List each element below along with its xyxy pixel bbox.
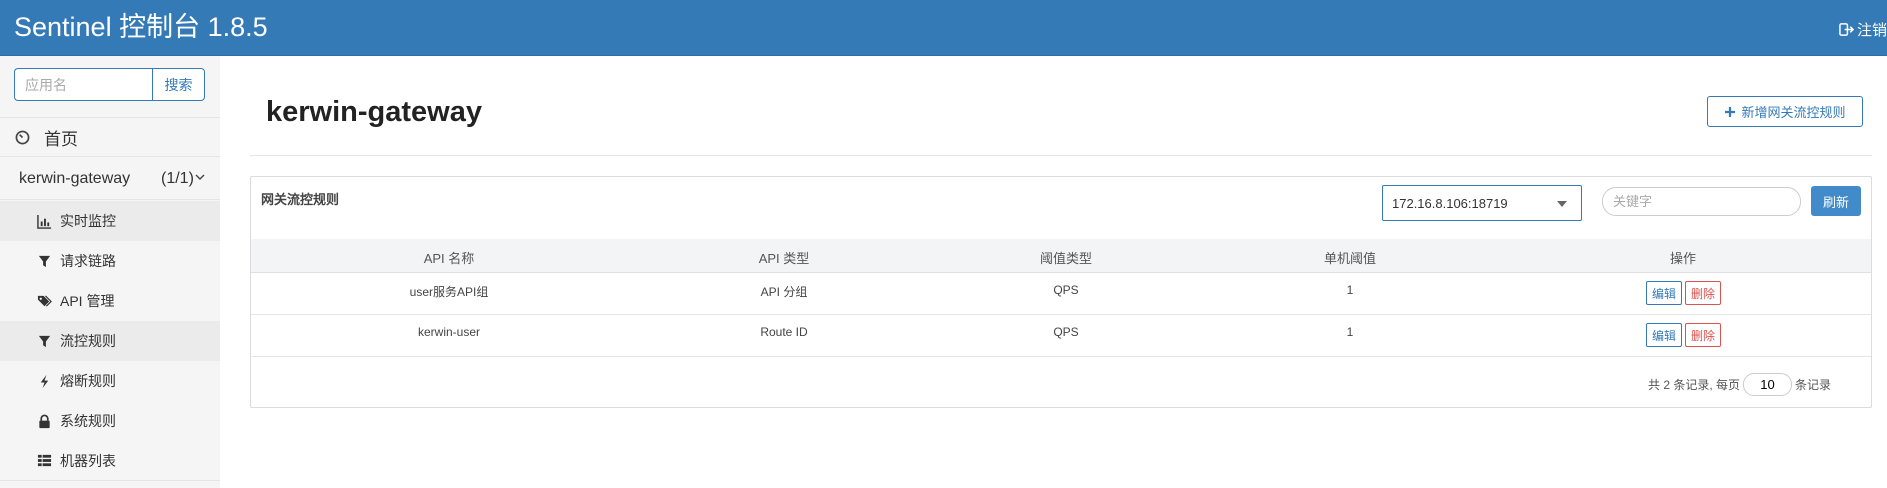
cell-api-name: user服务API组	[409, 285, 489, 299]
sidebar-item-realtime-monitor[interactable]: 实时监控	[0, 201, 220, 241]
pager-summary-suffix: 条记录	[1795, 378, 1832, 392]
sidebar-item-home[interactable]: 首页	[0, 117, 220, 157]
gateway-flow-rules-panel: 网关流控规则 172.16.8.106:18719 刷新 API 名称 API …	[250, 176, 1872, 408]
cell-threshold: 1	[1346, 325, 1354, 339]
row-actions: 编辑 删除	[1646, 281, 1722, 305]
sidebar-item-machine-list[interactable]: 机器列表	[0, 441, 220, 481]
lock-icon	[39, 414, 50, 428]
pagination: 共 2 条记录, 每页 条记录	[1648, 373, 1831, 396]
row-actions: 编辑 删除	[1646, 323, 1722, 347]
refresh-button[interactable]: 刷新	[1811, 186, 1861, 216]
page-title: kerwin-gateway	[266, 96, 482, 128]
page-size-input[interactable]	[1743, 373, 1793, 396]
table-header: API 名称 API 类型 阈值类型 单机阈值 操作	[251, 239, 1871, 273]
app-search-input[interactable]	[14, 68, 152, 101]
delete-button[interactable]: 删除	[1685, 323, 1722, 347]
divider	[250, 155, 1872, 156]
keyword-search-input[interactable]	[1602, 187, 1801, 216]
sidebar-item-system-rules[interactable]: 系统规则	[0, 401, 220, 441]
table-row: kerwin-user Route ID QPS 1 编辑 删除	[251, 315, 1871, 357]
column-header-actions: 操作	[1669, 251, 1697, 266]
sidebar-item-request-chain[interactable]: 请求链路	[0, 241, 220, 281]
sidebar-app-kerwin-gateway[interactable]: kerwin-gateway (1/1)	[0, 158, 220, 200]
table-row: user服务API组 API 分组 QPS 1 编辑 删除	[251, 273, 1871, 315]
pager-summary-prefix: 共 2 条记录, 每页	[1648, 378, 1741, 392]
cell-threshold: 1	[1346, 283, 1354, 297]
sidebar-item-flow-rules[interactable]: 流控规则	[0, 321, 220, 361]
sidebar-item-label: 请求链路	[60, 253, 116, 269]
tags-icon	[37, 294, 52, 307]
machine-select-value: 172.16.8.106:18719	[1392, 195, 1508, 211]
logout-link[interactable]: 注销	[1839, 19, 1887, 40]
delete-button[interactable]: 删除	[1685, 281, 1722, 305]
sidebar-item-label: 首页	[44, 129, 78, 149]
chevron-down-icon	[195, 174, 205, 180]
column-header-threshold-type: 阈值类型	[1039, 251, 1093, 266]
logout-label: 注销	[1856, 22, 1887, 39]
filter-icon	[38, 255, 51, 267]
add-button-label: 新增网关流控规则	[1741, 105, 1846, 120]
panel-title: 网关流控规则	[261, 192, 340, 207]
brand-title[interactable]: Sentinel 控制台 1.8.5	[14, 10, 268, 44]
dashboard-icon	[15, 130, 30, 144]
sidebar-item-label: 实时监控	[60, 213, 116, 229]
bar-chart-icon	[37, 214, 52, 229]
caret-down-icon	[1557, 201, 1567, 207]
app-machine-count: (1/1)	[161, 169, 194, 187]
cell-api-type: Route ID	[760, 325, 808, 339]
top-navbar: Sentinel 控制台 1.8.5 注销	[0, 0, 1887, 56]
edit-button[interactable]: 编辑	[1646, 323, 1683, 347]
cell-api-name: kerwin-user	[417, 325, 481, 339]
app-search: 搜索	[14, 68, 205, 101]
column-header-api-name: API 名称	[423, 251, 475, 266]
add-gateway-flow-rule-button[interactable]: 新增网关流控规则	[1707, 96, 1863, 127]
rules-table: API 名称 API 类型 阈值类型 单机阈值 操作 user服务API组 AP…	[251, 239, 1871, 357]
sidebar-item-api-management[interactable]: API 管理	[0, 281, 220, 321]
filter-icon	[38, 335, 51, 347]
column-header-api-type: API 类型	[758, 251, 810, 266]
cell-threshold-type: QPS	[1053, 283, 1079, 297]
sidebar-item-label: 流控规则	[60, 333, 116, 349]
sidebar-item-label: 机器列表	[60, 452, 116, 469]
sidebar: 搜索 首页 kerwin-gateway (1/1) 实时监控 请求链路	[0, 56, 220, 488]
sidebar-item-label: 系统规则	[60, 413, 116, 429]
cell-threshold-type: QPS	[1053, 325, 1079, 339]
sidebar-item-degrade-rules[interactable]: 熔断规则	[0, 361, 220, 401]
plus-icon	[1725, 106, 1736, 117]
sidebar-item-label: 熔断规则	[60, 373, 116, 389]
sign-out-icon	[1839, 23, 1854, 36]
cell-api-type: API 分组	[760, 285, 808, 299]
column-header-threshold: 单机阈值	[1323, 251, 1377, 266]
th-list-icon	[37, 454, 52, 467]
machine-select[interactable]: 172.16.8.106:18719	[1382, 185, 1582, 221]
edit-button[interactable]: 编辑	[1646, 281, 1683, 305]
app-name: kerwin-gateway	[19, 169, 131, 187]
app-search-button[interactable]: 搜索	[152, 68, 205, 101]
sidebar-item-label: API 管理	[60, 293, 115, 309]
flash-icon	[40, 374, 49, 388]
